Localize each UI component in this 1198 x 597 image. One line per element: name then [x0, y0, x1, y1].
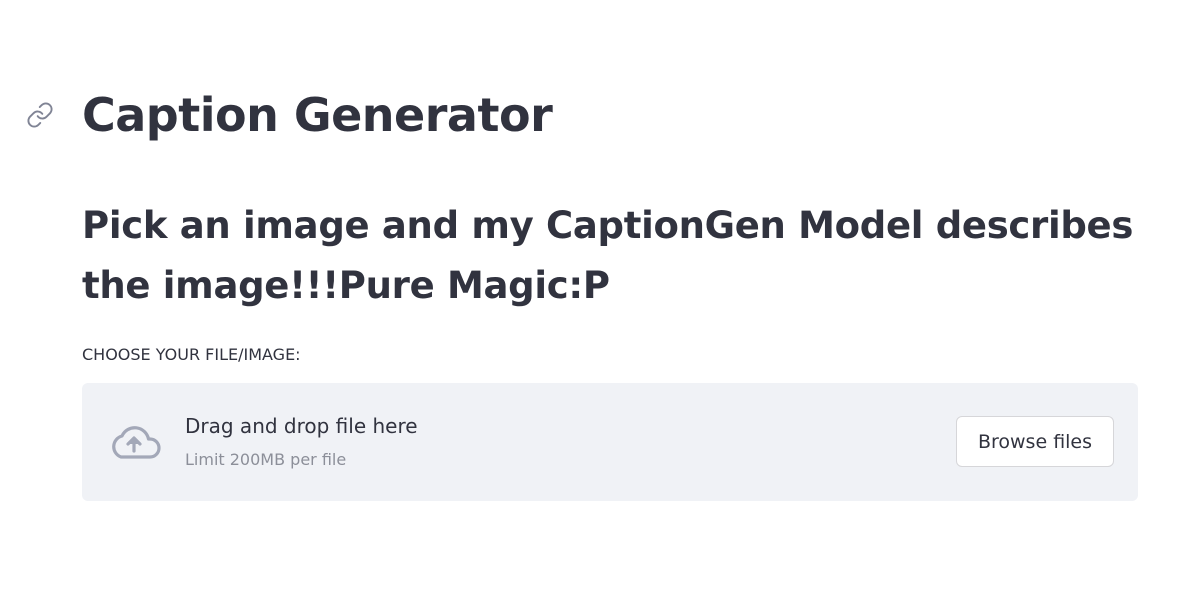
- browse-files-button[interactable]: Browse files: [956, 416, 1114, 467]
- file-dropzone[interactable]: Drag and drop file here Limit 200MB per …: [82, 383, 1138, 501]
- page-title: Caption Generator: [82, 88, 553, 142]
- file-uploader-label: CHOOSE YOUR FILE/IMAGE:: [82, 345, 301, 364]
- cloud-upload-icon: [106, 420, 162, 464]
- drop-text: Drag and drop file here: [185, 414, 418, 438]
- file-limit-text: Limit 200MB per file: [185, 450, 347, 469]
- page: Caption Generator Pick an image and my C…: [0, 0, 1198, 597]
- dropzone-instructions: Drag and drop file here Limit 200MB per …: [185, 411, 418, 471]
- page-subtitle: Pick an image and my CaptionGen Model de…: [82, 204, 1134, 307]
- link-icon[interactable]: [26, 101, 54, 129]
